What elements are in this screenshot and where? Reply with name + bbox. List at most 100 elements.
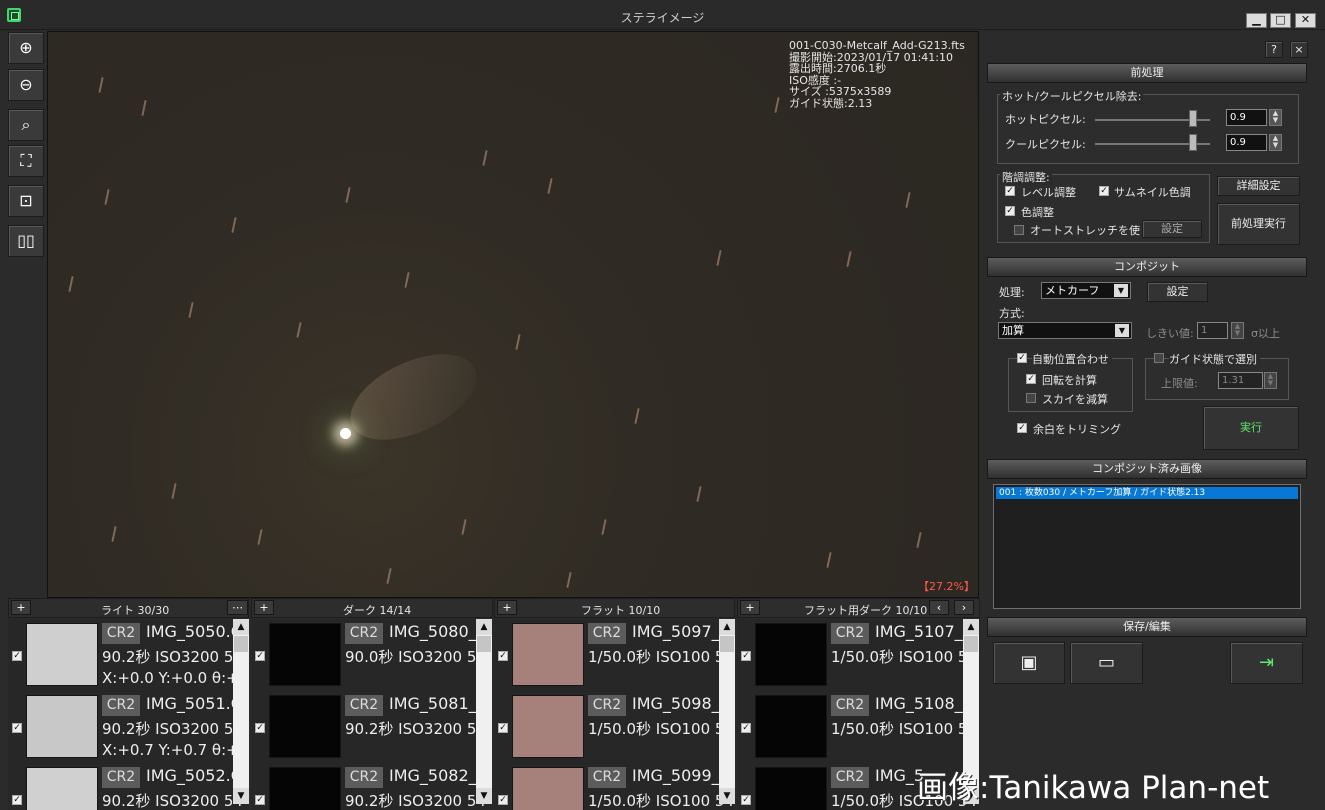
flat-file-checkbox[interactable]: ✓: [498, 723, 508, 733]
auto-stretch-settings-button[interactable]: 設定: [1142, 220, 1202, 238]
hot-pixel-value[interactable]: 0.9: [1226, 109, 1267, 126]
flat-dark-file-checkbox[interactable]: ✓: [741, 651, 751, 661]
scroll-left-button[interactable]: ‹: [929, 600, 949, 615]
hot-pixel-slider-thumb[interactable]: [1189, 110, 1197, 127]
add-flat-button[interactable]: +: [497, 600, 517, 615]
composited-image-item[interactable]: 001 : 枚数030 / メトカーフ加算 / ガイド状態2.13: [996, 487, 1298, 499]
fit-window-button[interactable]: ⛶: [8, 145, 44, 177]
flat-file-row[interactable]: ✓ CR2 IMG_5098_fl 1/50.0秒 ISO100 54: [494, 691, 735, 763]
light-file-list[interactable]: ✓ CR2 IMG_5050.C 90.2秒 ISO3200 54 X:+0.0 Y:+…: [8, 619, 249, 810]
run-preprocess-button[interactable]: 前処理実行: [1217, 203, 1300, 245]
dark-file-row[interactable]: ✓ CR2 IMG_5082_d 90.2秒 ISO3200 54: [251, 763, 492, 810]
export-button[interactable]: ⇥: [1230, 642, 1303, 684]
upper-limit-value[interactable]: 1.31: [1218, 372, 1263, 389]
dark-file-checkbox[interactable]: ✓: [255, 651, 265, 661]
minimize-button[interactable]: ▁: [1246, 13, 1267, 28]
threshold-value[interactable]: 1: [1197, 322, 1228, 339]
flat-dark-thumbnail: [755, 695, 827, 758]
add-dark-button[interactable]: +: [254, 600, 274, 615]
light-scrollbar[interactable]: ▲ ▼: [233, 619, 249, 804]
flat-file-row[interactable]: ✓ CR2 IMG_5097_fl 1/50.0秒 ISO100 54: [494, 619, 735, 691]
scroll-down-icon[interactable]: ▼: [233, 788, 249, 804]
flat-file-checkbox[interactable]: ✓: [498, 795, 508, 805]
run-composite-button[interactable]: 実行: [1203, 406, 1299, 450]
scroll-down-icon[interactable]: ▼: [719, 788, 735, 804]
close-window-button[interactable]: ✕: [1295, 13, 1316, 28]
add-flat-dark-button[interactable]: +: [740, 600, 760, 615]
auto-stretch-checkbox[interactable]: [1014, 225, 1024, 235]
cool-pixel-spinner[interactable]: ▲ ▼: [1269, 134, 1282, 151]
open-window-button[interactable]: ▭: [1070, 642, 1143, 684]
dark-file-row[interactable]: ✓ CR2 IMG_5080_d 90.0秒 ISO3200 54: [251, 619, 492, 691]
scroll-down-icon[interactable]: ▼: [476, 788, 492, 804]
flat-dark-file-checkbox[interactable]: ✓: [741, 723, 751, 733]
compare-view-button[interactable]: ▯▯: [8, 225, 44, 257]
flat-file-list[interactable]: ✓ CR2 IMG_5097_fl 1/50.0秒 ISO100 54 ✓ CR2 IMG…: [494, 619, 735, 810]
color-adjust-checkbox[interactable]: ✓: [1005, 206, 1015, 216]
auto-align-checkbox[interactable]: ✓: [1017, 353, 1027, 363]
image-info: 001-C030-Metcalf_Add-G213.fts 撮影開始:2023/…: [789, 40, 965, 109]
light-file-checkbox[interactable]: ✓: [12, 795, 22, 805]
flat-dark-file-checkbox[interactable]: ✓: [741, 795, 751, 805]
sky-subtract-checkbox[interactable]: [1026, 393, 1036, 403]
scroll-up-icon[interactable]: ▲: [719, 619, 735, 635]
detail-settings-button[interactable]: 詳細設定: [1217, 176, 1300, 196]
zoom-in-button[interactable]: ⊕: [8, 32, 44, 64]
cool-pixel-value[interactable]: 0.9: [1226, 134, 1267, 151]
level-adjust-checkbox[interactable]: ✓: [1005, 186, 1015, 196]
upper-limit-spinner[interactable]: ▲ ▼: [1264, 372, 1277, 389]
dark-file-list[interactable]: ✓ CR2 IMG_5080_d 90.0秒 ISO3200 54 ✓ CR2 IMG_5…: [251, 619, 493, 810]
light-file-row[interactable]: ✓ CR2 IMG_5051.C 90.2秒 ISO3200 54 X:+0.7 Y:+…: [8, 691, 249, 763]
scroll-thumb[interactable]: [234, 636, 248, 652]
auto-stretch-label: オートストレッチを使う: [1030, 224, 1151, 237]
file-name: IMG_5099_fl: [632, 766, 730, 785]
scroll-up-icon[interactable]: ▲: [476, 619, 492, 635]
dark-file-checkbox[interactable]: ✓: [255, 723, 265, 733]
zoom-out-button[interactable]: ⊖: [8, 69, 44, 101]
file-name: IMG_5080_d: [389, 622, 487, 641]
dark-file-row[interactable]: ✓ CR2 IMG_5081_d 90.2秒 ISO3200 54: [251, 691, 492, 763]
hot-pixel-spinner[interactable]: ▲ ▼: [1269, 109, 1282, 126]
zoom-actual-button[interactable]: ⌕: [8, 109, 44, 141]
guide-select-checkbox[interactable]: [1154, 353, 1164, 363]
flat-dark-file-row[interactable]: ✓ CR2 IMG_5107_fl 1/50.0秒 ISO100 54: [737, 619, 978, 691]
light-file-row[interactable]: ✓ CR2 IMG_5050.C 90.2秒 ISO3200 54 X:+0.0 Y:+…: [8, 619, 249, 691]
light-options-button[interactable]: ⋯: [227, 600, 248, 615]
composited-image-list[interactable]: 001 : 枚数030 / メトカーフ加算 / ガイド状態2.13: [993, 484, 1301, 609]
add-light-button[interactable]: +: [11, 600, 31, 615]
astro-image-view[interactable]: 001-C030-Metcalf_Add-G213.fts 撮影開始:2023/…: [47, 31, 979, 598]
scroll-up-icon[interactable]: ▲: [233, 619, 249, 635]
panel-close-button[interactable]: ×: [1290, 41, 1308, 58]
scroll-right-button[interactable]: ›: [954, 600, 974, 615]
light-file-row[interactable]: ✓ CR2 IMG_5052.C 90.2秒 ISO3200 54: [8, 763, 249, 810]
scroll-thumb[interactable]: [720, 636, 734, 652]
scroll-thumb[interactable]: [477, 636, 491, 652]
trim-margin-checkbox[interactable]: ✓: [1017, 423, 1027, 433]
thumbnail-color-checkbox[interactable]: ✓: [1099, 186, 1109, 196]
process-select[interactable]: メトカーフ ▼: [1041, 282, 1131, 299]
scroll-thumb[interactable]: [964, 636, 978, 652]
auto-align-label: 自動位置合わせ: [1032, 351, 1112, 367]
light-file-checkbox[interactable]: ✓: [12, 651, 22, 661]
cool-pixel-slider-thumb[interactable]: [1189, 134, 1197, 151]
save-button[interactable]: ▣: [993, 642, 1065, 684]
flat-file-checkbox[interactable]: ✓: [498, 651, 508, 661]
maximize-button[interactable]: □: [1270, 13, 1291, 28]
composite-settings-button[interactable]: 設定: [1147, 282, 1208, 302]
help-button[interactable]: ?: [1265, 41, 1283, 58]
flat-scrollbar[interactable]: ▲ ▼: [719, 619, 735, 804]
threshold-spinner[interactable]: ▲ ▼: [1231, 322, 1244, 339]
center-view-button[interactable]: ⊡: [8, 185, 44, 217]
method-select[interactable]: 加算 ▼: [998, 322, 1132, 339]
flat-file-row[interactable]: ✓ CR2 IMG_5099_fl 1/50.0秒 ISO100 54: [494, 763, 735, 810]
flat-dark-thumbnail: [755, 623, 827, 686]
dark-file-checkbox[interactable]: ✓: [255, 795, 265, 805]
scroll-up-icon[interactable]: ▲: [963, 619, 979, 635]
flat-dark-file-row[interactable]: ✓ CR2 IMG_5108_fl 1/50.0秒 ISO100 54: [737, 691, 978, 763]
rotate-checkbox[interactable]: ✓: [1026, 374, 1036, 384]
star-trail: [231, 216, 237, 234]
light-file-checkbox[interactable]: ✓: [12, 723, 22, 733]
dark-scrollbar[interactable]: ▲ ▼: [476, 619, 492, 804]
star-trail: [634, 407, 640, 425]
size-text: サイズ :5375x3589: [789, 85, 892, 98]
